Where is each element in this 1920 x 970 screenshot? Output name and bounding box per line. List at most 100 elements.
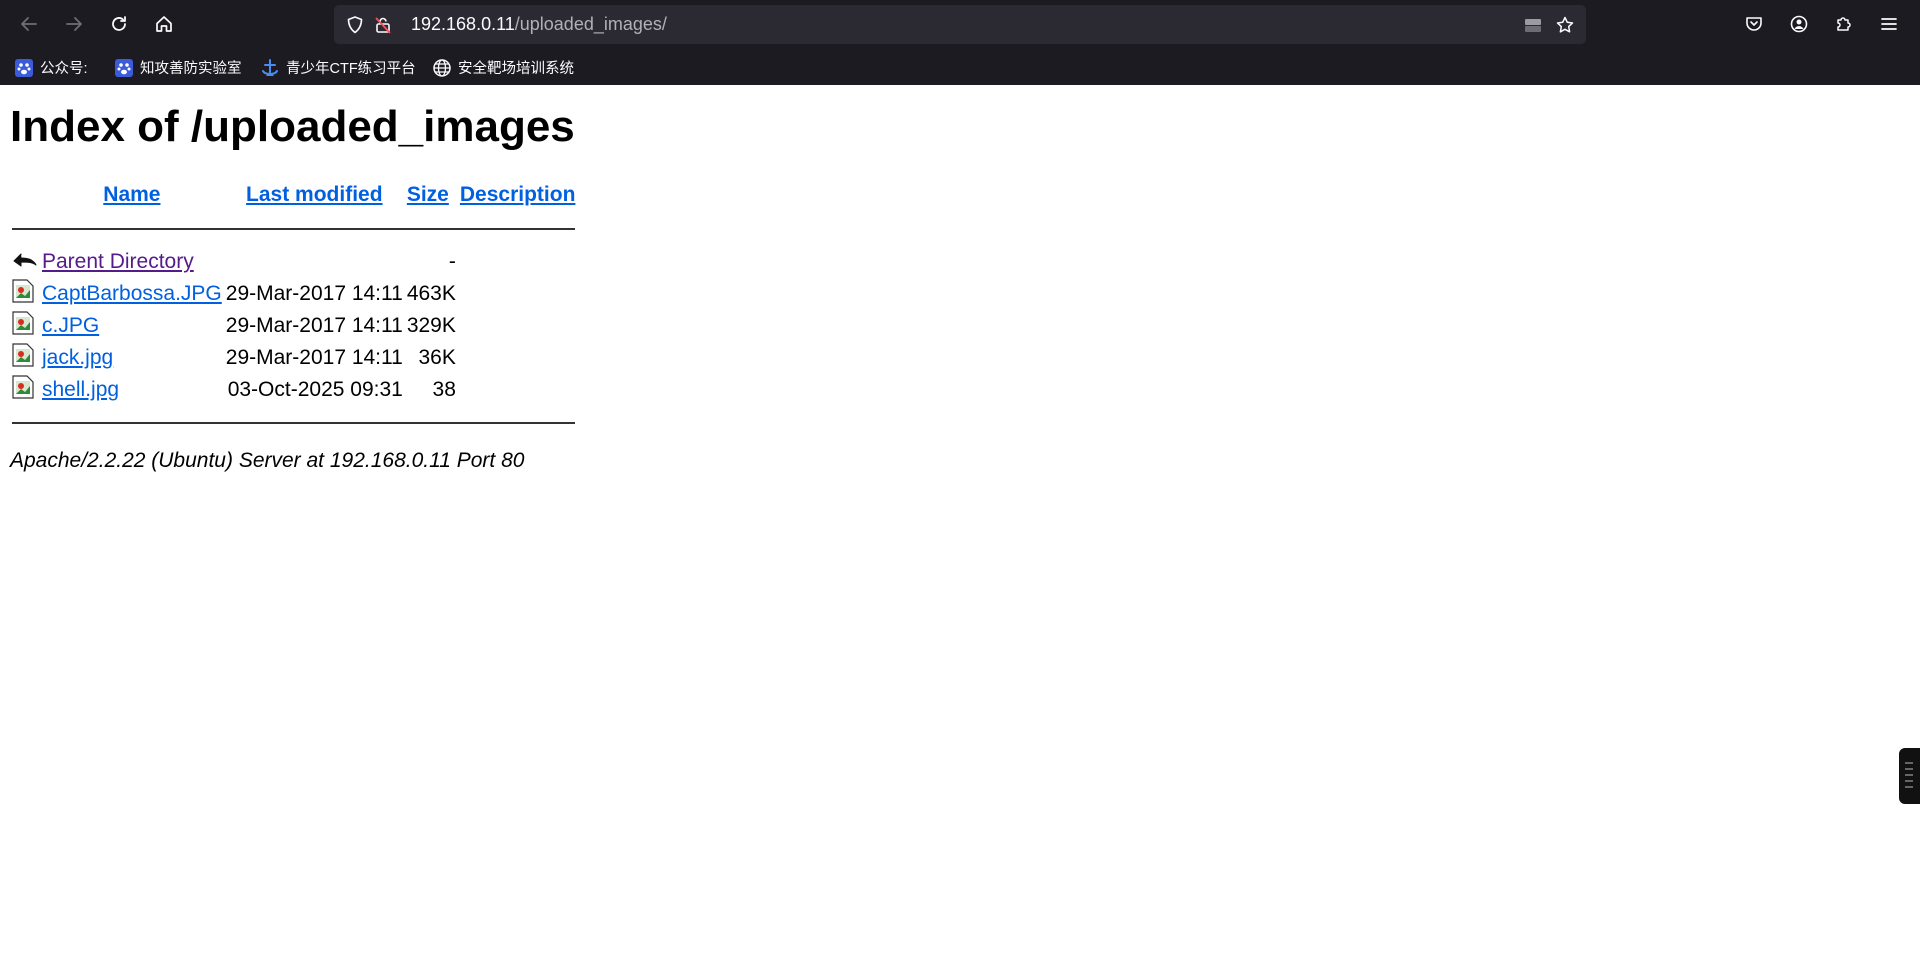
separator-cell (12, 213, 576, 245)
sort-by-size-link[interactable]: Size (407, 183, 449, 206)
row-icon-cell (12, 375, 38, 405)
back-arrow-icon (13, 253, 37, 267)
globe-icon (432, 58, 452, 78)
bookmark-label: 知攻善防实验室 (140, 61, 242, 77)
row-modified-cell: 29-Mar-2017 14:11 (225, 314, 403, 338)
separator-row (12, 213, 576, 245)
row-description-cell (460, 247, 576, 277)
table-row: c.JPG 29-Mar-2017 14:11 329K (12, 311, 575, 341)
puzzle-icon (1837, 17, 1851, 31)
bookmark-star-icon[interactable] (1554, 14, 1576, 36)
directory-listing: Name Last modified Size Description Pare… (8, 177, 579, 441)
url-bar[interactable]: 192.168.0.11/uploaded_images/ (334, 5, 1586, 44)
file-link[interactable]: jack.jpg (42, 346, 113, 369)
file-link[interactable]: c.JPG (42, 314, 99, 337)
row-name-cell: jack.jpg (42, 343, 222, 373)
page-content: Index of /uploaded_images Name Last modi… (0, 85, 1920, 481)
row-icon-cell (12, 247, 38, 277)
header-icon-cell (12, 179, 38, 211)
reload-icon (112, 16, 126, 31)
menu-button[interactable] (1873, 8, 1905, 40)
separator-row (12, 407, 576, 439)
table-row: Parent Directory - (12, 247, 575, 277)
header-row: Name Last modified Size Description (12, 179, 575, 211)
row-name-cell: Parent Directory (42, 247, 222, 277)
header-name[interactable]: Name (42, 179, 222, 211)
pocket-icon (1746, 17, 1762, 31)
image-file-icon (12, 279, 34, 303)
handle-grip (1905, 786, 1913, 788)
pocket-button[interactable] (1738, 8, 1770, 40)
handle-grip (1905, 762, 1913, 764)
table-row: shell.jpg 03-Oct-2025 09:31 38 (12, 375, 575, 405)
row-size-cell: 38 (432, 378, 456, 402)
back-button[interactable] (13, 8, 45, 40)
file-link[interactable]: shell.jpg (42, 378, 119, 401)
bookmark-item-4[interactable]: 安全靶场培训系统 (432, 57, 574, 78)
extensions-button[interactable] (1828, 8, 1860, 40)
shield-icon[interactable] (344, 14, 366, 36)
row-icon-cell (12, 343, 38, 373)
home-button[interactable] (148, 8, 180, 40)
image-file-icon (12, 343, 34, 367)
sort-by-description-link[interactable]: Description (460, 183, 576, 206)
row-modified-cell: 29-Mar-2017 14:11 (225, 282, 403, 306)
reader-view-icon[interactable] (1522, 14, 1544, 36)
row-size-cell: - (448, 250, 456, 274)
row-name-cell: CaptBarbossa.JPG (42, 279, 222, 309)
page-title: Index of /uploaded_images (10, 102, 575, 151)
sort-by-modified-link[interactable]: Last modified (246, 183, 383, 206)
bookmark-label: 公众号: (40, 61, 88, 77)
side-panel-handle[interactable] (1899, 748, 1920, 804)
url-path: /uploaded_images/ (514, 14, 667, 34)
reload-button[interactable] (103, 8, 135, 40)
row-modified-cell (226, 247, 403, 277)
bookmark-item-2[interactable]: 知攻善防实验室 (114, 57, 242, 78)
parent-directory-link[interactable]: Parent Directory (42, 250, 194, 273)
header-last-modified[interactable]: Last modified (226, 179, 403, 211)
server-signature: Apache/2.2.22 (Ubuntu) Server at 192.168… (10, 449, 525, 473)
row-size-cell: 463K (406, 282, 456, 306)
url-host: 192.168.0.11 (411, 14, 515, 34)
row-description-cell (460, 279, 576, 309)
insecure-lock-icon[interactable] (372, 14, 394, 36)
forward-arrow-icon (66, 17, 82, 31)
row-name-cell: shell.jpg (42, 375, 222, 405)
bookmark-item-1[interactable]: 公众号: (14, 57, 88, 78)
back-arrow-icon (21, 17, 37, 31)
forward-button[interactable] (58, 8, 90, 40)
handle-grip (1905, 780, 1913, 782)
bookmarks-toolbar: 公众号: 知攻善防实验室 青少年CTF练习平台 安全靶场培训系统 (0, 49, 1920, 85)
row-description-cell (460, 343, 576, 373)
sort-by-name-link[interactable]: Name (103, 183, 160, 206)
browser-chrome: 192.168.0.11/uploaded_images/ 公众号: 知攻善防实… (0, 0, 1920, 85)
bookmark-label: 安全靶场培训系统 (458, 61, 574, 77)
handle-grip (1905, 768, 1913, 770)
browser-toolbar: 192.168.0.11/uploaded_images/ (0, 0, 1920, 49)
row-size-cell: 36K (418, 346, 456, 370)
row-description-cell (460, 375, 576, 405)
header-description[interactable]: Description (460, 179, 576, 211)
table-row: CaptBarbossa.JPG 29-Mar-2017 14:11 463K (12, 279, 575, 309)
row-size-cell: 329K (406, 314, 456, 338)
bookmark-label: 青少年CTF练习平台 (286, 61, 416, 77)
divider (12, 228, 576, 231)
image-file-icon (12, 375, 34, 399)
header-size[interactable]: Size (407, 179, 456, 211)
image-file-icon (12, 311, 34, 335)
row-icon-cell (12, 311, 38, 341)
bookmark-item-3[interactable]: 青少年CTF练习平台 (260, 57, 416, 78)
row-description-cell (460, 311, 576, 341)
handle-grip (1905, 774, 1913, 776)
file-link[interactable]: CaptBarbossa.JPG (42, 282, 222, 305)
row-name-cell: c.JPG (42, 311, 222, 341)
row-icon-cell (12, 279, 38, 309)
home-icon (156, 16, 172, 32)
paw-icon (14, 58, 34, 78)
row-modified-cell: 29-Mar-2017 14:11 (225, 346, 403, 370)
account-button[interactable] (1783, 8, 1815, 40)
row-modified-cell: 03-Oct-2025 09:31 (227, 378, 403, 402)
url-text[interactable]: 192.168.0.11/uploaded_images/ (411, 14, 667, 35)
ship-icon (260, 58, 280, 78)
table-row: jack.jpg 29-Mar-2017 14:11 36K (12, 343, 575, 373)
